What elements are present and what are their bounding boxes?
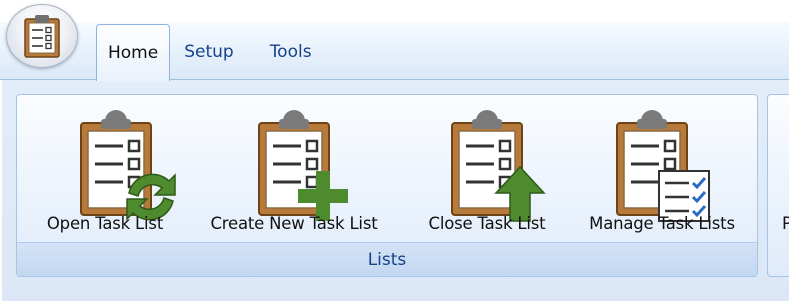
application-button[interactable]	[6, 4, 78, 68]
create-task-list-button[interactable]: Create New Task List	[189, 95, 399, 243]
create-task-list-label: Create New Task List	[210, 214, 378, 233]
next-group-partial: P	[767, 94, 789, 277]
next-group-partial-label[interactable]: P	[782, 214, 789, 233]
lists-group: Open Task List Create New Task List Clos…	[16, 94, 758, 277]
ribbon-panel: Open Task List Create New Task List Clos…	[0, 80, 789, 304]
ribbon-tab-bar: Home Setup Tools	[0, 0, 789, 82]
task-list-icon	[24, 15, 60, 58]
tab-home[interactable]: Home	[96, 24, 171, 81]
manage-task-lists-button[interactable]: Manage Task Lists	[567, 95, 757, 243]
ribbon-tabs: Home Setup Tools	[96, 24, 324, 81]
tab-setup[interactable]: Setup	[170, 24, 251, 80]
ribbon-body: Open Task List Create New Task List Clos…	[2, 80, 789, 301]
manage-task-lists-label: Manage Task Lists	[589, 214, 735, 233]
create-task-list-icon	[258, 110, 348, 221]
manage-task-lists-icon	[616, 110, 710, 222]
close-task-list-button[interactable]: Close Task List	[407, 95, 567, 243]
open-task-list-icon	[80, 110, 176, 221]
open-task-list-button[interactable]: Open Task List	[31, 95, 179, 243]
open-task-list-label: Open Task List	[46, 214, 164, 233]
lists-group-label: Lists	[17, 242, 757, 276]
close-task-list-icon	[451, 110, 546, 222]
close-task-list-label: Close Task List	[428, 214, 546, 233]
tab-tools[interactable]: Tools	[252, 24, 324, 80]
